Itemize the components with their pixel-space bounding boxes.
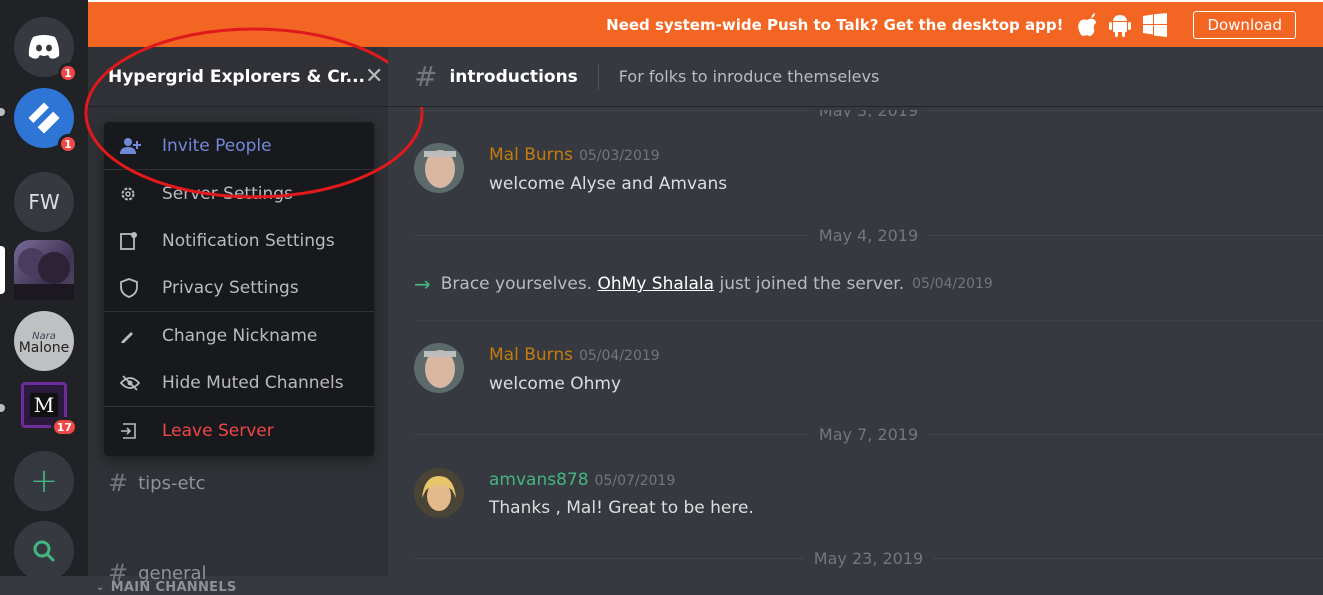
hash-icon: # (108, 559, 129, 587)
avatar[interactable] (414, 143, 464, 193)
privacy-settings-item[interactable]: Privacy Settings (104, 264, 374, 311)
message-text: welcome Alyse and Amvans (489, 174, 728, 194)
message-divider (414, 320, 1323, 321)
message-header: Mal Burns 05/04/2019 (489, 345, 660, 365)
server-icon-m[interactable]: M 17 (21, 382, 78, 437)
message-header: amvans878 05/07/2019 (489, 470, 675, 490)
message-author[interactable]: Mal Burns (489, 345, 573, 365)
hash-icon: # (414, 60, 438, 93)
date-separator: May 7, 2019 (414, 424, 1323, 444)
message-text: Thanks , Mal! Great to be here. (489, 498, 754, 518)
plus-icon: + (29, 461, 59, 501)
menu-label: Hide Muted Channels (162, 372, 344, 393)
change-nickname-item[interactable]: Change Nickname (104, 312, 374, 359)
channel-topic: For folks to inroduce themselevs (618, 67, 880, 86)
channel-title: introductions (449, 66, 578, 87)
apple-icon[interactable] (1077, 12, 1097, 37)
server-label: Malone (18, 339, 70, 356)
pencil-icon (120, 328, 142, 344)
hide-muted-channels-item[interactable]: Hide Muted Channels (104, 359, 374, 406)
chevron-down-icon: ⌄ (96, 582, 105, 593)
add-server-button[interactable]: + (14, 451, 74, 511)
leave-server-item[interactable]: Leave Server (104, 407, 374, 454)
explore-servers-button[interactable] (14, 521, 74, 581)
server-icon-purple[interactable] (14, 240, 74, 300)
channel-item-general[interactable]: # general (108, 559, 207, 587)
channel-header: # introductions For folks to inroduce th… (388, 47, 1323, 107)
bell-icon (120, 231, 142, 250)
menu-label: Leave Server (162, 420, 274, 441)
unread-indicator (0, 108, 5, 116)
selected-indicator (0, 246, 5, 294)
notification-settings-item[interactable]: Notification Settings (104, 217, 374, 264)
date-separator: May 23, 2019 (414, 548, 1323, 568)
channel-name: tips-etc (138, 472, 206, 494)
joined-user-link[interactable]: OhMy Shalala (598, 274, 715, 294)
menu-label: Privacy Settings (162, 277, 299, 298)
channel-sidebar: Hypergrid Explorers & Cr... ✕ # tips-etc… (84, 27, 424, 595)
message-timestamp: 05/04/2019 (578, 348, 660, 364)
server-icon-malone[interactable]: Nara Malone (14, 311, 74, 371)
eye-slash-icon (120, 374, 142, 391)
banner-text: Need system-wide Push to Talk? Get the d… (606, 15, 1064, 34)
date-separator: May 4, 2019 (414, 225, 1323, 245)
channel-item-tips-etc[interactable]: # tips-etc (108, 469, 206, 497)
avatar[interactable] (414, 468, 464, 518)
tree-image-icon (14, 248, 74, 300)
search-icon (33, 540, 55, 562)
message-timestamp: 05/03/2019 (578, 148, 660, 164)
header-divider (597, 63, 599, 90)
avatar[interactable] (414, 343, 464, 393)
unread-indicator (0, 404, 5, 412)
android-icon[interactable] (1109, 13, 1132, 37)
leave-icon (120, 422, 142, 440)
menu-label: Notification Settings (162, 230, 335, 251)
hash-icon: # (108, 469, 129, 497)
red-annotation-ellipse (84, 27, 424, 199)
message-text: welcome Ohmy (489, 374, 622, 394)
download-button[interactable]: Download (1193, 10, 1296, 39)
arrow-right-icon: → (414, 272, 431, 296)
message-author[interactable]: Mal Burns (489, 145, 573, 165)
system-join-message: → Brace yourselves. OhMy Shalala just jo… (414, 272, 993, 296)
shield-icon (120, 277, 142, 298)
message-timestamp: 05/07/2019 (594, 473, 676, 489)
message-author[interactable]: amvans878 (489, 470, 589, 490)
message-timestamp: 05/04/2019 (912, 276, 993, 292)
windows-icon[interactable] (1143, 12, 1168, 37)
message-header: Mal Burns 05/03/2019 (489, 145, 660, 165)
menu-label: Change Nickname (162, 325, 318, 346)
channel-name: general (138, 562, 207, 584)
server-letter: M (29, 393, 59, 417)
notification-badge: 17 (50, 417, 78, 437)
